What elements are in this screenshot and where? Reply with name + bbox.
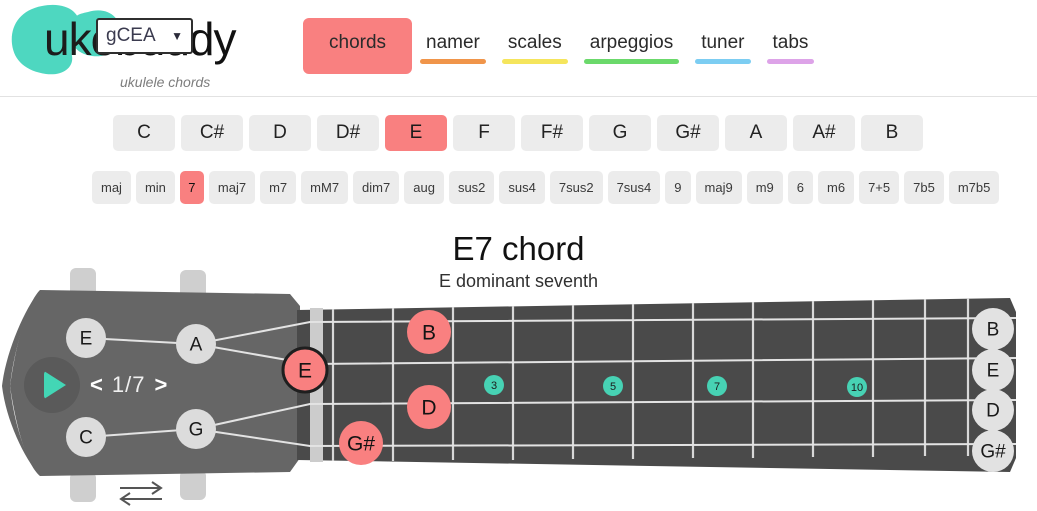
chord-type-button-7b5[interactable]: 7b5 <box>904 171 944 204</box>
nav-item-tabs[interactable]: tabs <box>759 18 823 64</box>
chord-type-button-mM7[interactable]: mM7 <box>301 171 349 204</box>
swap-arrows-glyph <box>119 481 163 506</box>
root-button-Csharp[interactable]: C# <box>181 115 243 151</box>
tuning-select[interactable]: gCEA ▼ <box>96 18 193 54</box>
play-button[interactable] <box>24 357 80 413</box>
peg-label: C <box>79 428 93 449</box>
nav-item-label: scales <box>507 32 562 53</box>
prev-variation-button[interactable]: < <box>90 372 103 398</box>
nav-item-chords[interactable]: chords <box>303 18 413 74</box>
root-button-C[interactable]: C <box>113 115 175 151</box>
root-button-A[interactable]: A <box>725 115 787 151</box>
nav-item-label: chords <box>329 32 387 53</box>
chord-type-button-maj9[interactable]: maj9 <box>695 171 742 204</box>
nav-item-namer[interactable]: namer <box>412 18 494 64</box>
nav-item-arpeggios[interactable]: arpeggios <box>576 18 687 64</box>
play-triangle-icon <box>43 371 66 399</box>
nav-item-underline <box>583 59 680 64</box>
main-navigation: chords namer scales arpeggios tuner tabs <box>303 18 822 74</box>
root-button-Asharp[interactable]: A# <box>793 115 855 151</box>
chord-type-button-7[interactable]: 7 <box>179 171 204 204</box>
root-button-D[interactable]: D <box>249 115 311 151</box>
nav-item-label: tabs <box>772 32 809 53</box>
result-note-label: E <box>987 361 1000 382</box>
root-button-Dsharp[interactable]: D# <box>317 115 379 151</box>
result-note-label: G# <box>980 442 1006 463</box>
root-button-G[interactable]: G <box>589 115 651 151</box>
peg-label: G <box>189 420 204 441</box>
chord-type-button-m7b5[interactable]: m7b5 <box>948 171 1000 204</box>
peg-label: E <box>80 329 93 350</box>
root-button-F[interactable]: F <box>453 115 515 151</box>
nav-item-tuner[interactable]: tuner <box>687 18 758 64</box>
chord-type-button-7+5[interactable]: 7+5 <box>859 171 900 204</box>
peg-label: A <box>190 335 203 356</box>
chord-dot-label: D <box>421 397 436 420</box>
chord-dot-label: E <box>298 360 312 383</box>
chord-type-button-7sus4[interactable]: 7sus4 <box>607 171 661 204</box>
logo-tagline: ukulele chords <box>120 74 211 90</box>
chevron-down-icon: ▼ <box>171 29 183 43</box>
result-note-label: D <box>986 401 1000 422</box>
root-button-B[interactable]: B <box>861 115 923 151</box>
chord-type-button-6[interactable]: 6 <box>787 171 813 204</box>
variation-count: 1/7 <box>111 372 146 397</box>
root-button-E[interactable]: E <box>385 115 447 151</box>
chord-type-selector: maj min 7 maj7 m7 mM7 dim7 aug sus2 sus4 7sus2 7sus… <box>92 171 1000 204</box>
nav-item-underline <box>695 59 751 64</box>
nav-item-scales[interactable]: scales <box>494 18 576 64</box>
chord-type-button-sus2[interactable]: sus2 <box>448 171 495 204</box>
chord-type-button-aug[interactable]: aug <box>404 171 444 204</box>
chord-type-button-min[interactable]: min <box>135 171 175 204</box>
nav-item-label: arpeggios <box>589 32 674 53</box>
swap-arrows-icon[interactable] <box>118 480 164 511</box>
root-note-selector: C C# D D# E F F# G G# A A# B <box>113 115 923 151</box>
chord-type-button-maj7[interactable]: maj7 <box>208 171 256 204</box>
nav-item-underline <box>420 59 486 64</box>
chord-type-button-sus4[interactable]: sus4 <box>499 171 545 204</box>
chord-type-button-m7[interactable]: m7 <box>260 171 297 204</box>
chord-type-button-maj[interactable]: maj <box>92 171 131 204</box>
tuning-value: gCEA <box>106 25 156 46</box>
chord-type-button-m9[interactable]: m9 <box>746 171 783 204</box>
fret-marker-label: 10 <box>851 382 863 394</box>
chord-dot-label: G# <box>347 433 375 456</box>
fret-marker-label: 5 <box>610 381 616 393</box>
result-note-label: B <box>987 320 1000 341</box>
chord-type-button-m6[interactable]: m6 <box>818 171 855 204</box>
variation-pager: < 1/7 > <box>90 372 167 398</box>
next-variation-button[interactable]: > <box>154 372 167 398</box>
chord-type-button-7sus2[interactable]: 7sus2 <box>549 171 603 204</box>
chord-type-button-9[interactable]: 9 <box>665 171 691 204</box>
nav-item-underline <box>766 59 815 64</box>
nav-item-label: namer <box>426 32 480 53</box>
fret-marker-label: 3 <box>491 380 497 392</box>
chord-dot-label: B <box>422 322 436 345</box>
nav-item-underline <box>501 59 568 64</box>
root-button-Gsharp[interactable]: G# <box>657 115 719 151</box>
root-button-Fsharp[interactable]: F# <box>521 115 583 151</box>
chord-type-button-dim7[interactable]: dim7 <box>353 171 400 204</box>
fret-marker-label: 7 <box>714 381 720 393</box>
nav-item-label: tuner <box>701 32 745 53</box>
